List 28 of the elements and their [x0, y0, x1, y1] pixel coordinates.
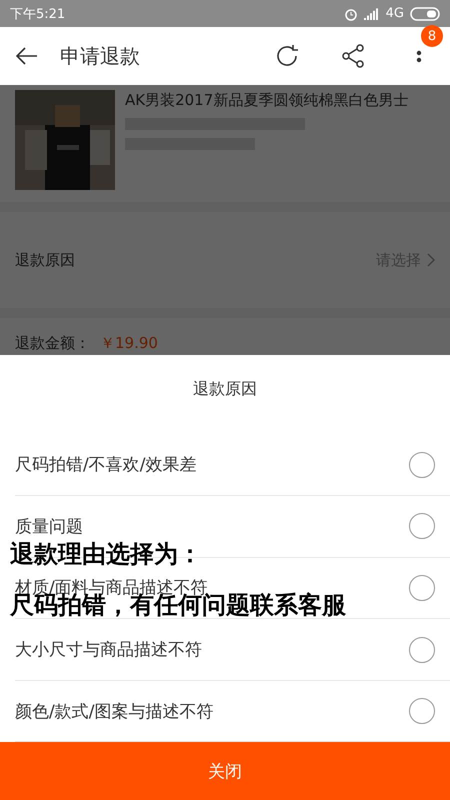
- close-button[interactable]: 关闭: [0, 742, 450, 800]
- reason-label: 退款原因: [15, 250, 75, 270]
- alarm-icon: [344, 6, 358, 20]
- battery-icon: [410, 6, 440, 20]
- radio-button[interactable]: [409, 513, 435, 540]
- sheet-title: 退款原因: [192, 378, 258, 400]
- status-time: 下午5:21: [10, 6, 66, 22]
- network-label: 4G: [386, 6, 404, 21]
- radio-button[interactable]: [409, 636, 435, 663]
- product-title: AK男装2017新品夏季圆领纯棉黑白色男士: [125, 91, 408, 109]
- chevron-right-icon: [427, 253, 435, 267]
- notification-badge: 8: [421, 25, 443, 47]
- option-label: 颜色/款式/图案与描述不符: [15, 700, 214, 723]
- refresh-icon: [274, 43, 300, 69]
- radio-button[interactable]: [409, 698, 435, 724]
- signal-icon: [364, 8, 380, 20]
- amount-value: ￥19.90: [100, 334, 158, 352]
- option-label: 质量问题: [15, 516, 83, 538]
- radio-button[interactable]: [409, 452, 435, 478]
- back-arrow-icon[interactable]: [16, 47, 38, 65]
- amount-label: 退款金额：: [15, 334, 90, 352]
- page-title: 申请退款: [60, 42, 141, 70]
- caption-text: 退款理由选择为：: [10, 540, 203, 568]
- share-icon: [341, 44, 365, 68]
- more-icon: [416, 50, 422, 62]
- radio-button[interactable]: [409, 574, 435, 601]
- option-label: 尺码拍错/不喜欢/效果差: [15, 454, 196, 476]
- option-label: 大小尺寸与商品描述不符: [15, 639, 202, 662]
